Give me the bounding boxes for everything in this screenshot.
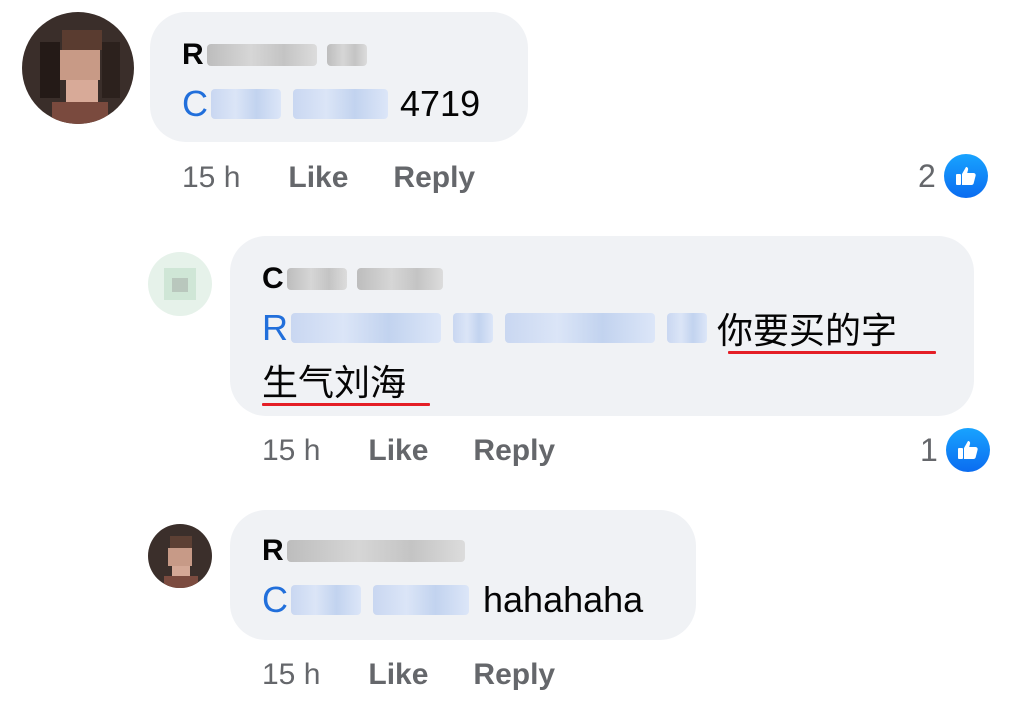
- timestamp[interactable]: 15 h: [182, 161, 240, 195]
- reaction-count: 2: [918, 157, 936, 194]
- comment-actions: 15 h Like Reply: [262, 655, 555, 695]
- reaction-summary[interactable]: 2: [918, 154, 988, 198]
- like-button[interactable]: Like: [368, 434, 428, 468]
- comment-author[interactable]: R: [262, 534, 465, 568]
- redacted-mention[interactable]: [291, 585, 361, 615]
- avatar[interactable]: [148, 524, 212, 588]
- like-button[interactable]: Like: [288, 161, 348, 195]
- timestamp[interactable]: 15 h: [262, 658, 320, 692]
- redacted-name: [356, 268, 443, 290]
- mention-initial[interactable]: R: [262, 307, 288, 349]
- avatar[interactable]: [148, 252, 212, 316]
- comment-text: C hahahaha: [262, 576, 643, 624]
- redacted-mention[interactable]: [453, 313, 493, 343]
- timestamp[interactable]: 15 h: [262, 434, 320, 468]
- annotation-underline: [262, 403, 430, 406]
- reply-button[interactable]: Reply: [393, 161, 475, 195]
- redacted-name: [286, 268, 347, 290]
- redacted-mention[interactable]: [291, 313, 441, 343]
- avatar-pixel: [172, 278, 188, 292]
- redacted-name: [326, 44, 367, 66]
- comment-body: hahahaha: [483, 579, 644, 620]
- comment-body: 4719: [400, 83, 481, 124]
- thumbs-up-icon: [945, 428, 990, 472]
- comment-body-line2: 生气刘海: [262, 362, 407, 403]
- comment-text: 生气刘海: [262, 356, 406, 404]
- redacted-name: [206, 44, 317, 66]
- reaction-summary[interactable]: 1: [920, 428, 990, 472]
- redacted-mention[interactable]: [667, 313, 707, 343]
- mention-initial[interactable]: C: [262, 579, 288, 621]
- redacted-mention[interactable]: [373, 585, 469, 615]
- reply-button[interactable]: Reply: [473, 658, 555, 692]
- redacted-mention[interactable]: [293, 89, 388, 119]
- avatar-pixel: [52, 102, 108, 124]
- comment-author[interactable]: C: [262, 262, 443, 296]
- redacted-mention[interactable]: [505, 313, 655, 343]
- reply-button[interactable]: Reply: [473, 434, 555, 468]
- comment-text: R 你要买的字: [262, 304, 897, 352]
- author-initial: R: [262, 534, 284, 567]
- avatar-pixel: [102, 42, 120, 98]
- avatar-pixel: [60, 50, 100, 80]
- comment-body-line1: 你要买的字: [717, 310, 898, 351]
- author-initial: R: [182, 38, 204, 71]
- avatar-pixel: [66, 80, 98, 102]
- redacted-name: [286, 540, 465, 562]
- like-button[interactable]: Like: [368, 658, 428, 692]
- avatar-pixel: [168, 548, 192, 566]
- comment-actions: 15 h Like Reply: [182, 158, 475, 198]
- avatar[interactable]: [22, 12, 134, 124]
- avatar-pixel: [40, 42, 60, 98]
- comment-text: C 4719: [182, 80, 480, 128]
- comment-actions: 15 h Like Reply: [262, 431, 555, 471]
- mention-initial[interactable]: C: [182, 83, 208, 125]
- avatar-pixel: [164, 576, 198, 588]
- redacted-mention[interactable]: [211, 89, 281, 119]
- avatar-pixel: [170, 536, 192, 548]
- comment-author[interactable]: R: [182, 38, 367, 72]
- reaction-count: 1: [920, 431, 938, 468]
- thumbs-up-icon: [943, 154, 988, 198]
- author-initial: C: [262, 262, 284, 295]
- avatar-pixel: [62, 30, 102, 50]
- annotation-underline: [728, 351, 936, 354]
